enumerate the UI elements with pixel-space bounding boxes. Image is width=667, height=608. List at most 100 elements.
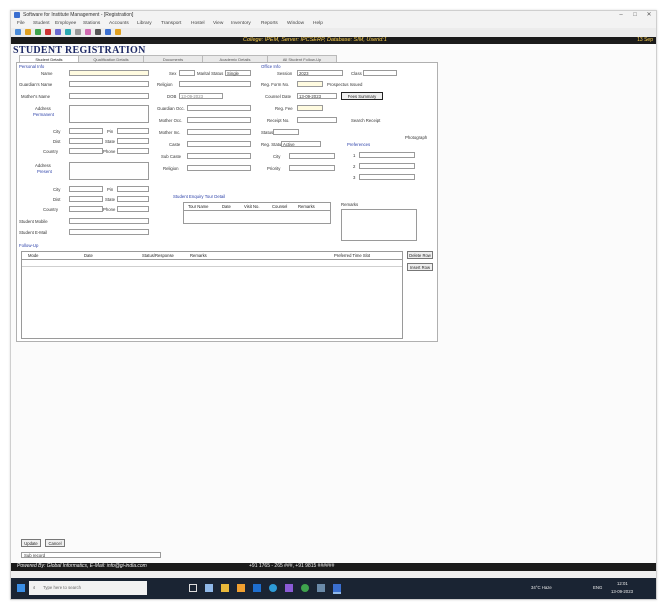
minimize-button[interactable]: – — [614, 11, 628, 20]
mother-occ-field[interactable] — [187, 117, 251, 123]
close-button[interactable]: ✕ — [642, 11, 656, 20]
cancel-button[interactable]: Cancel — [45, 539, 65, 547]
followup-row[interactable] — [22, 266, 402, 267]
widgets-icon[interactable] — [205, 584, 213, 592]
remarks-header: Remarks — [190, 253, 207, 258]
pref-2-label: 2 — [353, 164, 356, 169]
menu-transport[interactable]: Transport — [161, 21, 181, 26]
update-button[interactable]: Update — [21, 539, 41, 547]
windows-start-icon[interactable] — [17, 584, 25, 592]
taskbar-search[interactable]: ⌕ Type here to search — [29, 581, 147, 595]
name-field[interactable] — [69, 70, 149, 76]
clock-date[interactable]: 13-09-2023 — [611, 589, 633, 594]
remarks-field[interactable] — [341, 209, 417, 241]
open-icon[interactable] — [35, 29, 41, 35]
mobile-field[interactable] — [69, 218, 149, 224]
weather-text[interactable]: 34°C Haze — [531, 585, 552, 590]
menu-accounts[interactable]: Accounts — [109, 21, 129, 26]
present-address-field[interactable] — [69, 162, 149, 180]
menu-library[interactable]: Library — [137, 21, 152, 26]
permanent-address-field[interactable] — [69, 105, 149, 123]
email-field[interactable] — [69, 229, 149, 235]
city2-field[interactable] — [69, 186, 103, 192]
save-icon[interactable] — [25, 29, 31, 35]
menu-hostel[interactable]: Hostel — [191, 21, 205, 26]
sex-select[interactable] — [179, 70, 195, 76]
pref-3-field[interactable] — [359, 174, 415, 180]
search-receipt-label[interactable]: Search Receipt — [351, 118, 380, 123]
sim-app-icon[interactable] — [333, 584, 341, 594]
new-icon[interactable] — [15, 29, 21, 35]
menu-window[interactable]: Window — [287, 21, 304, 26]
sub-caste-label: Sub Caste — [161, 154, 182, 159]
store-icon[interactable] — [237, 584, 245, 592]
chrome-icon[interactable] — [301, 584, 309, 592]
marital-select[interactable]: Single — [225, 70, 251, 76]
report-icon[interactable] — [75, 29, 81, 35]
state-field[interactable] — [117, 138, 149, 144]
dist-field[interactable] — [69, 138, 103, 144]
menu-inventory[interactable]: Inventory — [231, 21, 251, 26]
guardian-field[interactable] — [69, 81, 149, 87]
pref-1-field[interactable] — [359, 152, 415, 158]
sex-label: Sex — [169, 71, 177, 76]
country-field[interactable] — [69, 148, 103, 154]
maximize-button[interactable]: □ — [628, 11, 642, 20]
refresh-icon[interactable] — [65, 29, 71, 35]
priority-field[interactable] — [289, 165, 335, 171]
session-field[interactable]: 2023 — [297, 70, 343, 76]
reg-fee-field[interactable] — [297, 105, 323, 111]
clock-time[interactable]: 12:01 — [617, 581, 628, 586]
pref-2-field[interactable] — [359, 163, 415, 169]
receipt-no-field[interactable] — [297, 117, 337, 123]
print-icon[interactable] — [45, 29, 51, 35]
menu-view[interactable]: View — [213, 21, 223, 26]
mail-icon[interactable] — [85, 29, 91, 35]
edge-icon[interactable] — [269, 584, 277, 592]
terminal-icon[interactable] — [317, 584, 325, 592]
dist2-field[interactable] — [69, 196, 103, 202]
app-icon-purple[interactable] — [285, 584, 293, 592]
phone-field[interactable] — [117, 148, 149, 154]
preferences-label: Preferences — [347, 142, 371, 147]
help-icon[interactable] — [105, 29, 111, 35]
insert-row-button[interactable]: Insert Row — [407, 263, 433, 271]
mother-income-field[interactable] — [187, 129, 251, 135]
menu-file[interactable]: File — [17, 21, 25, 26]
class-select[interactable] — [363, 70, 397, 76]
file-explorer-icon[interactable] — [221, 584, 229, 592]
menu-employee[interactable]: Employee — [55, 21, 76, 26]
country2-field[interactable] — [69, 206, 103, 212]
task-view-icon[interactable] — [189, 584, 197, 592]
reg-status-select[interactable]: Active — [281, 141, 321, 147]
reg-form-no-field[interactable] — [297, 81, 323, 87]
pin-field[interactable] — [117, 128, 149, 134]
delete-row-button[interactable]: Delete Row — [407, 251, 433, 259]
menu-student[interactable]: Student — [33, 21, 50, 26]
menu-stations[interactable]: Stations — [83, 21, 100, 26]
religion-field[interactable] — [179, 81, 251, 87]
state2-field[interactable] — [117, 196, 149, 202]
counsel-date-field[interactable]: 13-09-2023 — [297, 93, 337, 99]
guardian-occ-field[interactable] — [187, 105, 251, 111]
caste-field[interactable] — [187, 141, 251, 147]
calc-icon[interactable] — [95, 29, 101, 35]
pin2-field[interactable] — [117, 186, 149, 192]
sub-record-field[interactable]: Sub record — [21, 552, 161, 558]
menu-reports[interactable]: Reports — [261, 21, 278, 26]
phone2-field[interactable] — [117, 206, 149, 212]
search-icon[interactable] — [55, 29, 61, 35]
dob-field[interactable]: 13-09-2023 — [179, 93, 223, 99]
status-select[interactable] — [273, 129, 299, 135]
mail-app-icon[interactable] — [253, 584, 261, 592]
menu-help[interactable]: Help — [313, 21, 323, 26]
office-city-field[interactable] — [289, 153, 335, 159]
religion2-field[interactable] — [187, 165, 251, 171]
mother-field[interactable] — [69, 93, 149, 99]
city-field[interactable] — [69, 128, 103, 134]
sub-caste-field[interactable] — [187, 153, 251, 159]
fees-summary-button[interactable]: Fees Summary — [341, 92, 383, 100]
photograph-label[interactable]: Photograph — [405, 135, 427, 140]
exit-icon[interactable] — [115, 29, 121, 35]
language-indicator[interactable]: ENG — [593, 585, 602, 590]
